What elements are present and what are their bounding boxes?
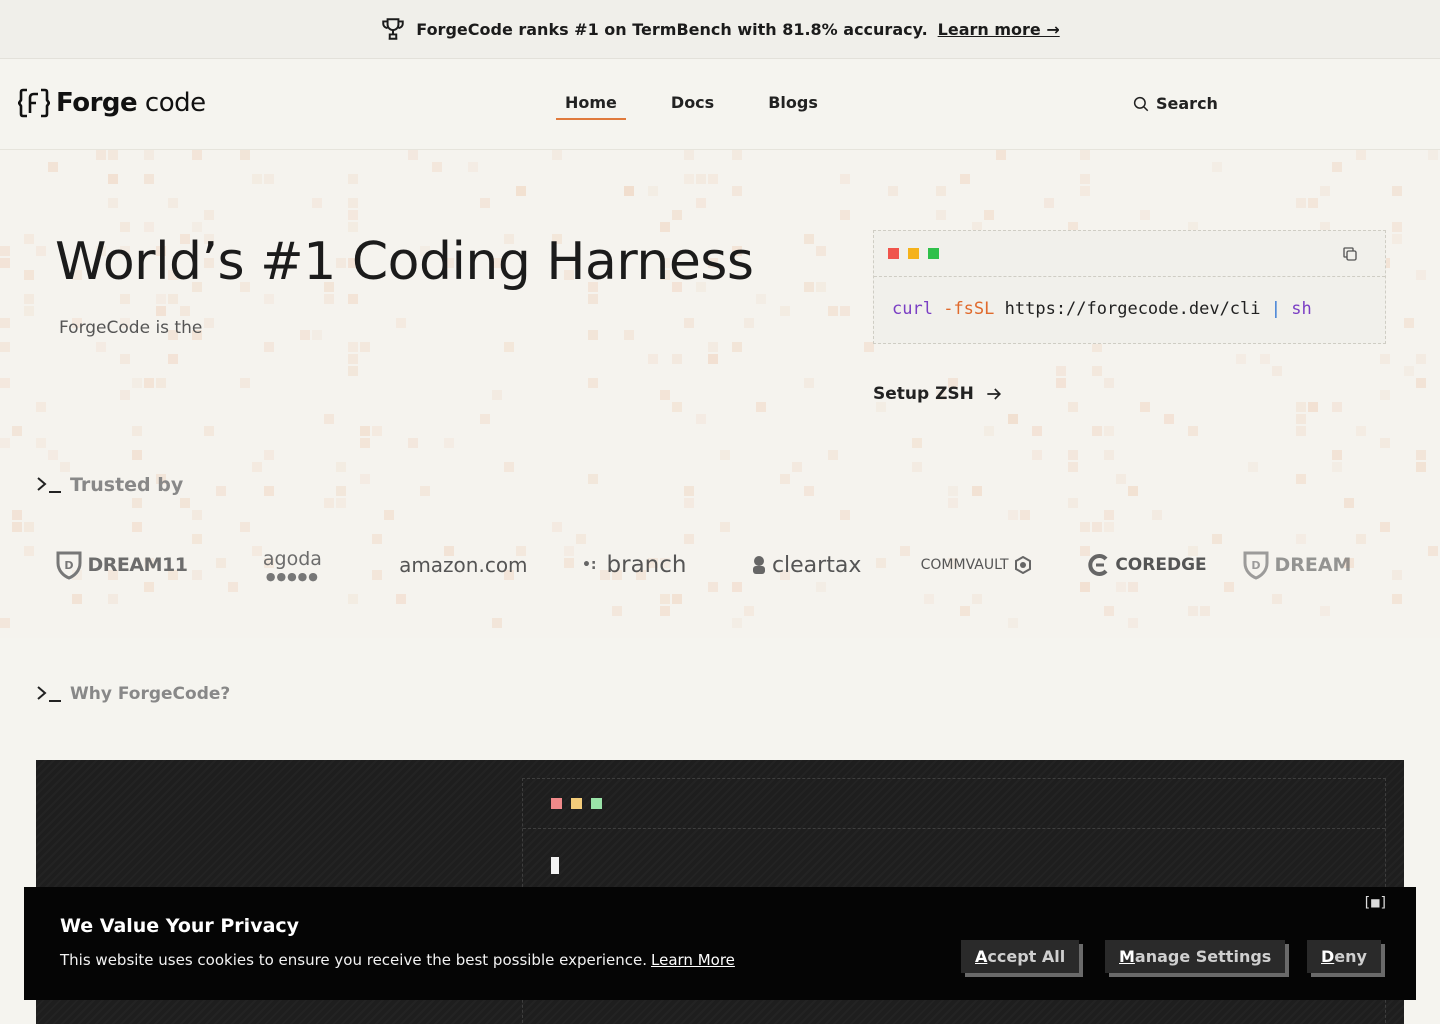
deny-button[interactable]: Deny bbox=[1307, 940, 1381, 973]
yellow-dot-icon bbox=[908, 248, 919, 259]
manage-settings-button[interactable]: Manage Settings bbox=[1105, 940, 1286, 973]
forgecode-logo[interactable]: Forge code bbox=[18, 87, 206, 119]
site-header: Forge code Home Docs Blogs Search bbox=[0, 59, 1440, 150]
logo-amazon: amazon.com bbox=[399, 553, 528, 577]
svg-text:D: D bbox=[65, 559, 74, 572]
manage-settings-label: anage Settings bbox=[1134, 947, 1272, 966]
search-button[interactable]: Search bbox=[1132, 94, 1218, 113]
cookie-message: This website uses cookies to ensure you … bbox=[60, 951, 735, 969]
manage-settings-key: M bbox=[1119, 947, 1135, 966]
install-command[interactable]: curl -fsSL https://forgecode.dev/cli | s… bbox=[892, 299, 1312, 319]
terminal-prompt-icon bbox=[37, 477, 61, 493]
trophy-icon bbox=[382, 18, 405, 40]
install-command-box: curl -fsSL https://forgecode.dev/cli | s… bbox=[873, 230, 1386, 344]
logo-cleartax: cleartax bbox=[720, 553, 891, 578]
svg-text:D: D bbox=[1252, 559, 1261, 572]
accept-all-label: ccept All bbox=[987, 947, 1066, 966]
logo-branch: •: branch bbox=[581, 552, 687, 578]
install-url: https://forgecode.dev/cli bbox=[1004, 299, 1261, 319]
terminal-prompt-icon bbox=[37, 686, 61, 702]
logo-dream11: D DREAM11 bbox=[36, 550, 207, 580]
main-nav: Home Docs Blogs bbox=[556, 93, 863, 120]
accept-all-key: A bbox=[975, 947, 988, 966]
red-dot-icon bbox=[888, 248, 899, 259]
cookie-banner: [■] We Value Your Privacy This website u… bbox=[24, 887, 1416, 1000]
cleartax-icon bbox=[752, 556, 765, 574]
nav-docs[interactable]: Docs bbox=[662, 93, 723, 120]
deny-label: eny bbox=[1334, 947, 1367, 966]
coredge-icon bbox=[1088, 554, 1108, 576]
commvault-hex-icon bbox=[1014, 556, 1031, 574]
announcement-learn-more-link[interactable]: Learn more → bbox=[938, 20, 1060, 39]
hero-subtitle: ForgeCode is the bbox=[59, 318, 203, 338]
deny-key: D bbox=[1321, 947, 1335, 966]
green-dot-icon bbox=[928, 248, 939, 259]
trusted-by-label: Trusted by bbox=[70, 474, 184, 496]
announcement-text: ForgeCode ranks #1 on TermBench with 81.… bbox=[416, 19, 928, 39]
dream11-shield-icon: D bbox=[56, 551, 82, 580]
install-box-titlebar bbox=[874, 231, 1385, 277]
forgecode-logo-icon bbox=[18, 88, 50, 118]
cookie-close-button[interactable]: [■] bbox=[1363, 895, 1388, 911]
hero-title: World’s #1 Coding Harness bbox=[55, 232, 754, 292]
search-icon bbox=[1133, 96, 1149, 111]
copy-icon[interactable] bbox=[1341, 245, 1359, 263]
setup-zsh-label: Setup ZSH bbox=[873, 384, 974, 404]
install-shell: sh bbox=[1291, 299, 1312, 319]
arrow-right-icon bbox=[987, 388, 1001, 400]
nav-home[interactable]: Home bbox=[556, 93, 626, 120]
install-pipe: | bbox=[1270, 299, 1282, 319]
setup-zsh-link[interactable]: Setup ZSH bbox=[873, 384, 1004, 404]
red-dot-icon bbox=[551, 798, 562, 809]
why-forgecode-label: Why ForgeCode? bbox=[70, 684, 231, 704]
cookie-title: We Value Your Privacy bbox=[60, 915, 300, 937]
announcement-bar: ForgeCode ranks #1 on TermBench with 81.… bbox=[0, 0, 1440, 59]
trusted-logos-strip: D DREAM11 agoda ●●●●● amazon.com •: bran… bbox=[36, 538, 1404, 592]
green-dot-icon bbox=[591, 798, 602, 809]
logo-dream11-repeat: D DREAM bbox=[1232, 550, 1404, 580]
logo-agoda: agoda ●●●●● bbox=[262, 547, 322, 583]
cookie-learn-more-link[interactable]: Learn More bbox=[651, 951, 735, 969]
dream11-shield-icon: D bbox=[1243, 551, 1269, 580]
terminal-titlebar bbox=[523, 779, 1385, 829]
search-label: Search bbox=[1156, 94, 1218, 113]
nav-blogs[interactable]: Blogs bbox=[759, 93, 827, 120]
cookie-text: This website uses cookies to ensure you … bbox=[60, 951, 648, 969]
logo-forge-text: Forge bbox=[56, 88, 138, 118]
logo-coredge: COREDGE bbox=[1062, 553, 1233, 577]
terminal-cursor bbox=[551, 857, 559, 874]
logo-code-text: code bbox=[144, 88, 206, 118]
why-forgecode-heading: Why ForgeCode? bbox=[36, 684, 230, 704]
hero-section: World’s #1 Coding Harness ForgeCode is t… bbox=[0, 150, 1440, 638]
yellow-dot-icon bbox=[571, 798, 582, 809]
trusted-by-heading: Trusted by bbox=[36, 474, 183, 496]
install-flag: -fsSL bbox=[943, 299, 995, 319]
install-cmd: curl bbox=[892, 299, 933, 319]
logo-commvault: COMMVAULT bbox=[891, 556, 1062, 574]
accept-all-button[interactable]: Accept All bbox=[961, 940, 1080, 973]
